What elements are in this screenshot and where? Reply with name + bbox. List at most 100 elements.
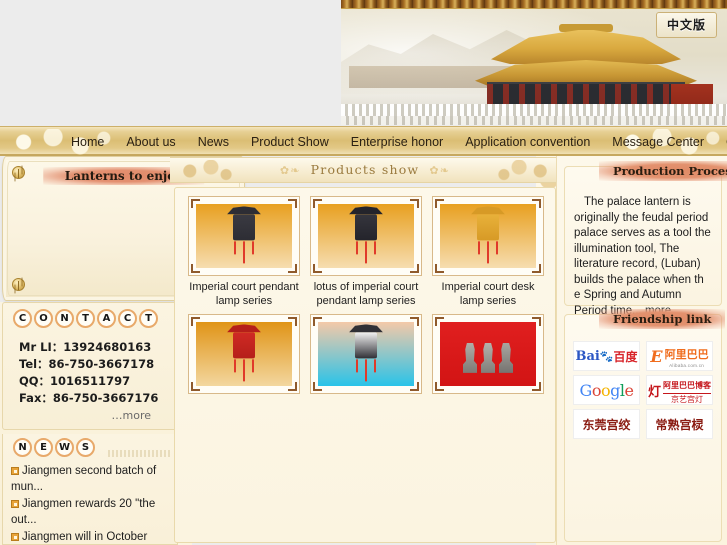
contact-letter: T	[139, 309, 158, 328]
tassel	[243, 359, 245, 382]
production-process-panel: Production Process The palace lantern is…	[564, 161, 727, 317]
product-card[interactable]: Imperial court desk lamp series	[427, 196, 549, 314]
contact-letter: A	[97, 309, 116, 328]
language-switch-button[interactable]: 中文版	[655, 12, 717, 38]
nav-item-news[interactable]: News	[187, 127, 240, 157]
product-card[interactable]	[427, 314, 549, 404]
product-caption: lotus of imperial court pendant lamp ser…	[313, 281, 419, 307]
tassel	[478, 241, 480, 255]
contact-letter: C	[118, 309, 137, 328]
lantern-art	[227, 324, 261, 382]
tassel	[487, 241, 489, 264]
palace-balustrade-upper	[341, 104, 727, 116]
lantern-roof	[471, 206, 505, 215]
tassel	[356, 241, 358, 255]
news-list-item[interactable]: Jiangmen will in October con...	[11, 530, 171, 545]
products-show-title: Products show	[170, 162, 560, 177]
lantern-tassels	[471, 241, 505, 264]
google-wordmark: Google	[579, 380, 634, 400]
product-caption	[305, 394, 427, 404]
contact-letter: T	[76, 309, 95, 328]
main-navigation: Home About us News Product Show Enterpri…	[0, 126, 727, 156]
stone-lion	[463, 342, 477, 373]
production-process-body: The palace lantern is originally the feu…	[574, 196, 711, 317]
lantern-art	[471, 206, 505, 264]
horse-icon	[569, 159, 595, 183]
nav-item-about-us[interactable]: About us	[115, 127, 186, 157]
contact-letter: O	[34, 309, 53, 328]
lantern-art	[349, 324, 383, 382]
news-panel: N E W S Jiangmen second batch of mun... …	[2, 434, 178, 545]
site-banner: 中文版	[341, 0, 727, 125]
bullet-icon	[11, 467, 19, 475]
product-card[interactable]	[305, 314, 427, 404]
alibaba-text-cn: 阿里巴巴	[664, 348, 709, 361]
products-show-header: Products show	[170, 157, 560, 183]
product-caption: Imperial court desk lamp series	[441, 281, 535, 307]
banner-top-ornament	[341, 0, 727, 9]
lantern-roof	[349, 324, 383, 333]
blog-mark: 灯	[647, 384, 661, 400]
friendship-logo-alibaba-blog[interactable]: 灯 阿里巴巴博客 京艺宫灯	[646, 375, 713, 405]
product-card[interactable]: Imperial court pendant lamp series	[183, 196, 305, 314]
product-image-stone-lions-red	[440, 322, 536, 386]
contact-letter: N	[55, 309, 74, 328]
nav-item-enterprise-honor[interactable]: Enterprise honor	[340, 127, 454, 157]
friendship-logo-google[interactable]: Google	[573, 375, 640, 405]
page-body: Lanterns to enjoy C O N T A C T Mr LI：13…	[0, 156, 727, 545]
contact-tel: Tel：86-750-3667178	[19, 357, 155, 371]
product-image-gold-desk-lantern	[440, 204, 536, 268]
contact-mobile: Mr LI：13924680163	[19, 340, 152, 354]
lantern-body	[477, 214, 499, 241]
lantern-tassels	[349, 241, 383, 264]
news-list-item[interactable]: Jiangmen rewards 20 "the out...	[11, 497, 171, 528]
contact-details: Mr LI：13924680163 Tel：86-750-3667178 QQ：…	[19, 339, 169, 407]
lantern-tassels	[227, 241, 261, 264]
news-list-item[interactable]: Jiangmen second batch of mun...	[11, 464, 171, 495]
products-section: Products show	[170, 156, 560, 545]
lantern-roof	[349, 206, 383, 215]
products-grid-container: Imperial court pendant lamp series lotus…	[174, 187, 556, 543]
contact-more-link[interactable]: …more	[112, 409, 152, 422]
lantern-tassels	[349, 359, 383, 382]
news-heading-dots	[108, 450, 170, 457]
tassel	[496, 241, 498, 255]
tassel	[252, 241, 254, 255]
friendship-logo-alibaba[interactable]: E 阿里巴巴 Alibaba.com.cn	[646, 341, 713, 371]
paw-icon: 🐾	[599, 350, 614, 363]
product-card[interactable]	[183, 314, 305, 404]
bullet-icon	[11, 533, 19, 541]
product-card[interactable]: lotus of imperial court pendant lamp ser…	[305, 196, 427, 314]
baidu-text-bai: Bai	[575, 348, 600, 364]
friendship-logo-partner-5[interactable]: 东莞宫绞	[573, 409, 640, 439]
tassel	[356, 359, 358, 373]
nav-item-application-convention[interactable]: Application convention	[454, 127, 601, 157]
lantern-body	[355, 214, 377, 241]
blog-text-cn: 阿里巴巴博客	[663, 381, 711, 390]
stone-lion	[481, 342, 495, 373]
lantern-body	[233, 332, 255, 359]
nav-item-message-center[interactable]: Message Center	[601, 127, 715, 157]
friendship-link-title: Friendship link	[599, 309, 726, 329]
nav-item-product-show[interactable]: Product Show	[240, 127, 340, 157]
tassel	[234, 359, 236, 373]
nav-item-home[interactable]: Home	[60, 127, 115, 157]
alibaba-text-url: Alibaba.com.cn	[669, 362, 705, 368]
tassel	[374, 241, 376, 255]
contact-heading: C O N T A C T	[13, 309, 158, 328]
lantern-body	[355, 332, 377, 359]
tassel	[365, 359, 367, 382]
screw-icon-bottom-left	[12, 278, 25, 291]
production-process-title: Production Process	[599, 161, 727, 181]
news-letter: S	[76, 438, 95, 457]
friendship-logo-baidu[interactable]: Bai 🐾 百度	[573, 341, 640, 371]
friendship-logo-partner-6[interactable]: 常熟宫棂	[646, 409, 713, 439]
news-letter: W	[55, 438, 74, 457]
baidu-text-cn: 百度	[613, 349, 638, 364]
product-image-lotus-pendant-lantern	[318, 204, 414, 268]
product-image-red-gold-ornate-lantern	[196, 322, 292, 386]
product-image-frame	[188, 196, 300, 276]
nav-item-contact-us[interactable]: Contact us	[715, 127, 727, 157]
partner-5-text: 东莞宫绞	[582, 417, 631, 432]
alibaba-mark: E	[650, 346, 663, 366]
